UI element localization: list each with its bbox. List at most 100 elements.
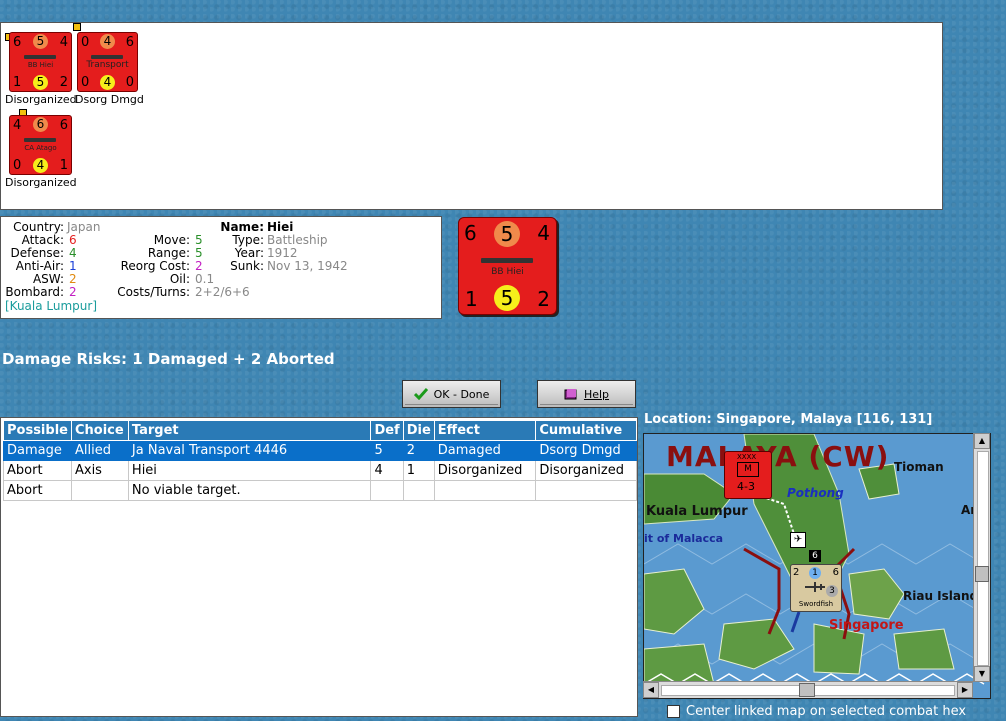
- big-counter-br: 2: [537, 287, 550, 311]
- sunk-value: Nov 13, 1942: [267, 259, 348, 273]
- cell-choice: Allied: [70, 440, 129, 461]
- bombard-value: 2: [69, 285, 77, 299]
- type-value: Battleship: [267, 233, 328, 247]
- cruiser-icon: [24, 138, 56, 142]
- scroll-thumb-v[interactable]: [975, 566, 989, 582]
- cell-possible: Abort: [3, 460, 72, 481]
- country-label: Country:: [13, 220, 64, 234]
- costs-label: Costs/Turns:: [117, 285, 190, 299]
- oil-label: Oil:: [169, 272, 190, 286]
- counter-name: Transport: [86, 60, 129, 70]
- counter-tl: 4: [13, 118, 22, 133]
- move-label: Move:: [153, 233, 190, 247]
- scroll-down-icon[interactable]: ▼: [974, 666, 990, 682]
- aircraft-icon: [805, 582, 825, 592]
- combat-results-table-panel: Possible Choice Target Def Die Effect Cu…: [0, 417, 638, 717]
- cell-cumulative: [535, 480, 637, 501]
- counter-bl: 0: [13, 158, 22, 173]
- center-map-checkbox[interactable]: Center linked map on selected combat hex: [667, 704, 966, 719]
- damage-risks-summary: Damage Risks: 1 Damaged + 2 Aborted: [2, 350, 335, 368]
- col-cumulative[interactable]: Cumulative: [535, 420, 637, 441]
- cell-def: 4: [370, 460, 404, 481]
- big-counter-tc: 5: [494, 221, 520, 247]
- map-label-riau: Riau Island: [903, 589, 979, 603]
- country-value: Japan: [67, 220, 101, 234]
- scroll-right-icon[interactable]: ▶: [957, 682, 973, 698]
- col-die[interactable]: Die: [402, 420, 435, 441]
- table-header-row: Possible Choice Target Def Die Effect Cu…: [3, 420, 637, 441]
- scroll-up-icon[interactable]: ▲: [974, 433, 990, 449]
- oil-value: 0.1: [195, 272, 215, 286]
- airfield-icon: ✈: [790, 532, 806, 548]
- antiair-label: Anti-Air:: [15, 259, 64, 273]
- cell-effect: [433, 480, 537, 501]
- map-location-label: Location: Singapore, Malaya [116, 131]: [644, 412, 933, 427]
- location-link[interactable]: [Kuala Lumpur]: [5, 299, 97, 313]
- name-label: Name:: [220, 220, 264, 234]
- reorg-value: 2: [195, 259, 203, 273]
- map-horizontal-scrollbar[interactable]: ◀ ▶: [643, 681, 973, 698]
- hex-number-badge: 6: [809, 550, 821, 562]
- checkmark-icon: [413, 388, 428, 400]
- unit-counter-transport[interactable]: 0 4 6 Transport 0 4 0: [77, 32, 138, 92]
- scroll-thumb-h[interactable]: [799, 683, 815, 697]
- checkbox-box[interactable]: [667, 705, 680, 718]
- big-counter-tl: 6: [464, 221, 477, 245]
- defense-label: Defense:: [10, 246, 64, 260]
- table-row[interactable]: Damage Allied Ja Naval Transport 4446 5 …: [3, 440, 637, 461]
- table-row[interactable]: Abort No viable target.: [3, 480, 637, 501]
- map-vertical-scrollbar[interactable]: ▲ ▼: [973, 433, 990, 682]
- big-counter-name: BB Hiei: [491, 267, 524, 277]
- cell-target: Hiei: [127, 460, 372, 481]
- cell-die: 2: [402, 440, 435, 461]
- cell-def: 5: [370, 440, 404, 461]
- cell-def: [370, 480, 404, 501]
- ok-done-button[interactable]: OK - Done: [402, 380, 501, 408]
- big-counter-bl: 1: [465, 287, 478, 311]
- transport-icon: [91, 55, 123, 59]
- range-label: Range:: [147, 246, 190, 260]
- scroll-track[interactable]: [977, 451, 989, 666]
- year-value: 1912: [267, 246, 298, 260]
- cell-choice: Axis: [70, 460, 129, 481]
- unit-marker-icon: [73, 23, 81, 31]
- unit-counter-hiei[interactable]: 6 5 4 BB Hiei 1 5 2: [9, 32, 72, 92]
- col-target[interactable]: Target: [127, 420, 372, 441]
- counter-bc: 5: [33, 75, 48, 90]
- counter-tc: 4: [100, 34, 115, 49]
- col-effect[interactable]: Effect: [433, 420, 537, 441]
- col-def[interactable]: Def: [370, 420, 404, 441]
- reorg-label: Reorg Cost:: [120, 259, 190, 273]
- attack-label: Attack:: [21, 233, 64, 247]
- attack-value: 6: [69, 233, 77, 247]
- counter-bl: 0: [81, 75, 90, 90]
- scroll-left-icon[interactable]: ◀: [643, 682, 659, 698]
- col-choice[interactable]: Choice: [70, 420, 129, 441]
- map-region-label: MALAYA (CW): [666, 440, 890, 473]
- help-book-icon: [564, 389, 577, 400]
- costs-value: 2+2/6+6: [195, 285, 250, 299]
- range-value: 5: [195, 246, 203, 260]
- cell-cumulative: Disorganized: [535, 460, 637, 481]
- air-c: 1: [809, 567, 821, 579]
- air-r: 3: [826, 585, 838, 597]
- counter-tc: 6: [33, 117, 48, 132]
- defense-value: 4: [69, 246, 77, 260]
- unit-counter-atago[interactable]: 4 6 6 CA Atago 0 4 1: [9, 115, 72, 175]
- sunk-label: Sunk:: [230, 259, 264, 273]
- map-army-unit[interactable]: XXXX M 4-3: [724, 451, 772, 499]
- col-possible[interactable]: Possible: [3, 420, 72, 441]
- help-button[interactable]: Help: [537, 380, 636, 408]
- map-air-unit-swordfish[interactable]: 2 6 1 3 Swordfish: [790, 564, 842, 612]
- table-row[interactable]: Abort Axis Hiei 4 1 Disorganized Disorga…: [3, 460, 637, 481]
- map-label-kuala-lumpur: Kuala Lumpur: [646, 504, 748, 519]
- linked-map[interactable]: MALAYA (CW) Tioman Pothong Kuala Lumpur …: [643, 433, 991, 699]
- antiair-value: 1: [69, 259, 77, 273]
- map-label-tioman: Tioman: [894, 460, 944, 474]
- counter-tc: 5: [33, 34, 48, 49]
- combat-results-table: Possible Choice Target Def Die Effect Cu…: [3, 420, 637, 501]
- center-map-label: Center linked map on selected combat hex: [686, 704, 967, 719]
- map-label-strait: it of Malacca: [644, 532, 724, 545]
- big-counter-tr: 4: [537, 221, 550, 245]
- year-label: Year:: [234, 246, 264, 260]
